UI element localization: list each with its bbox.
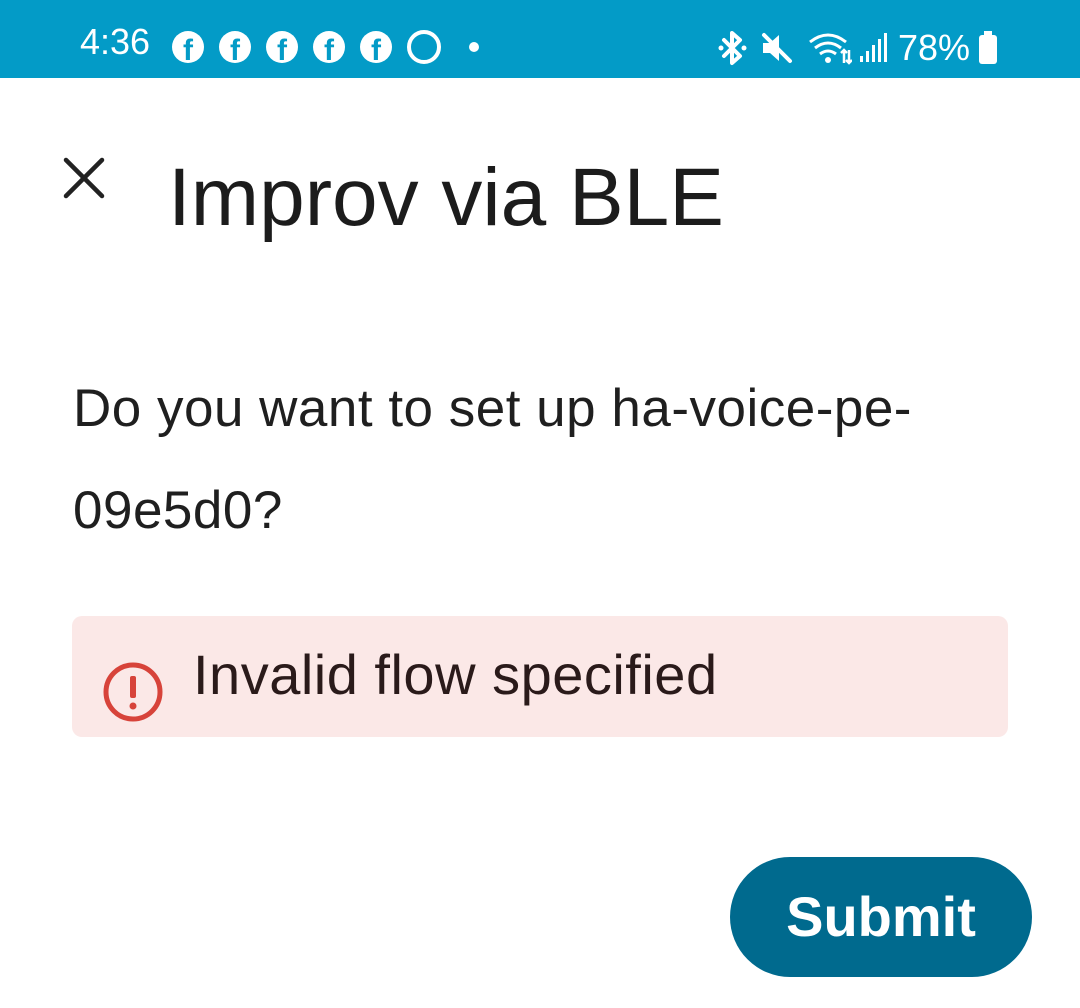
bluetooth-icon	[716, 30, 750, 66]
facebook-icon: f	[219, 31, 251, 63]
battery-percent: 78%	[898, 27, 971, 68]
battery-icon	[978, 31, 998, 65]
facebook-icon: f	[172, 31, 204, 63]
wifi-icon	[808, 30, 852, 66]
error-icon	[102, 661, 164, 723]
error-text: Invalid flow specified	[193, 643, 718, 706]
facebook-icon: f	[266, 31, 298, 63]
mute-icon	[758, 30, 794, 66]
error-alert: Invalid flow specified	[72, 616, 1008, 737]
signal-icon	[858, 30, 888, 66]
facebook-icon: f	[360, 31, 392, 63]
ring-icon	[407, 30, 441, 64]
close-icon	[62, 156, 106, 205]
facebook-icon: f	[313, 31, 345, 63]
notification-icons: f f f f f	[172, 30, 479, 64]
submit-button[interactable]: Submit	[730, 857, 1032, 977]
dialog-message: Do you want to set up ha-voice-pe-09e5d0…	[73, 379, 912, 540]
system-icons: 78%	[716, 28, 998, 68]
status-time: 4:36	[80, 21, 151, 62]
dot-icon	[469, 42, 479, 52]
close-button[interactable]	[56, 152, 112, 208]
status-bar: 4:36 f f f f f 78%	[0, 0, 1080, 78]
dialog-title: Improv via BLE	[168, 152, 724, 243]
